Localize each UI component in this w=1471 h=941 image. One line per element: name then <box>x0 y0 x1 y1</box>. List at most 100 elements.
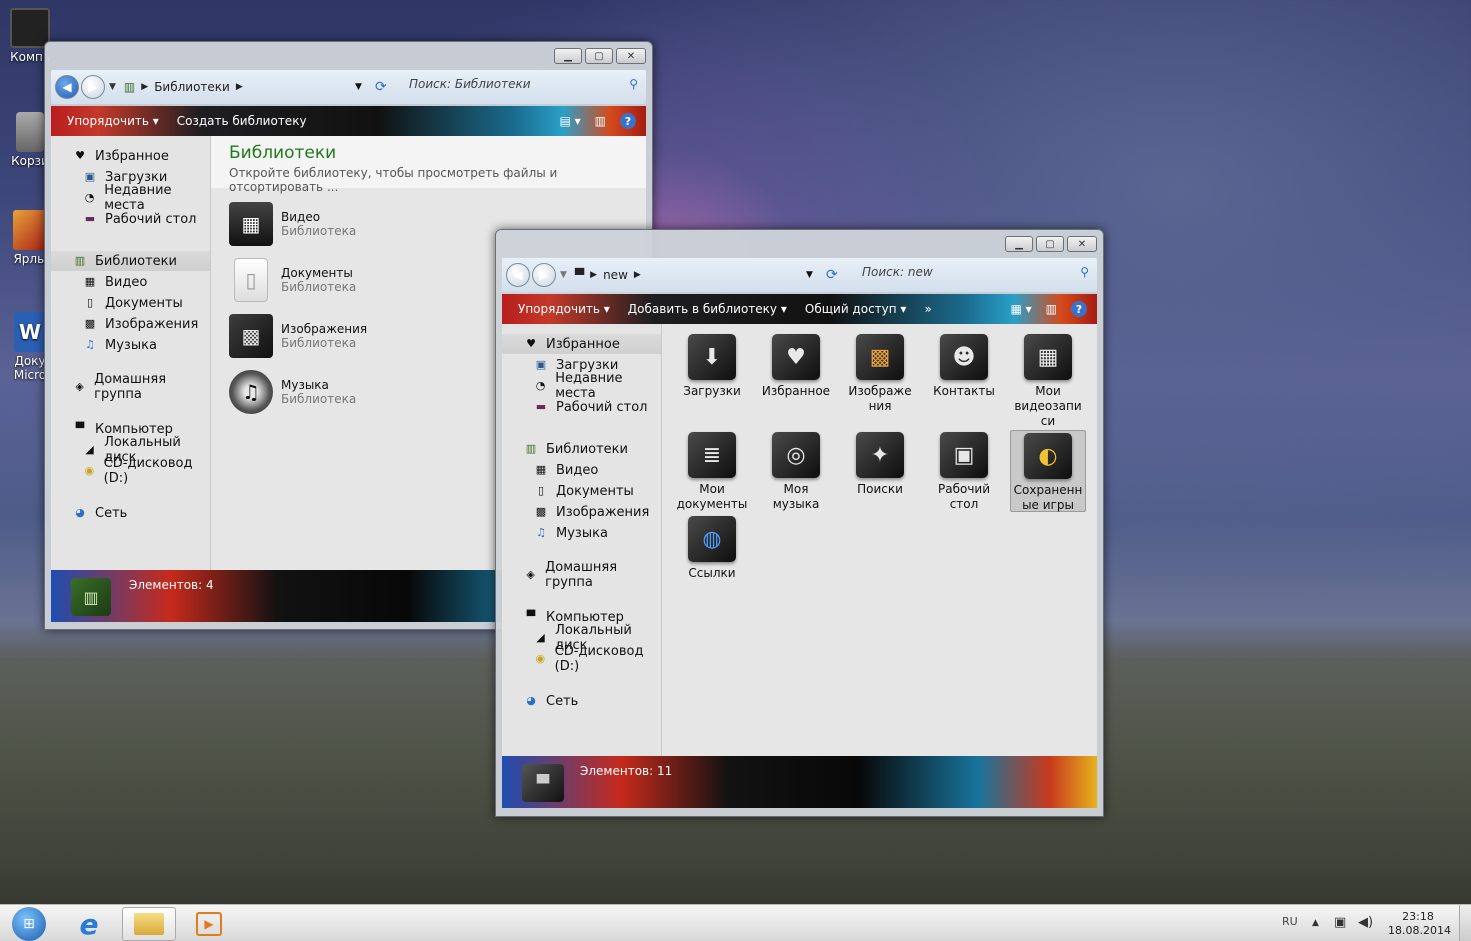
nav-libraries[interactable]: ▥ Библиотеки <box>51 251 210 271</box>
nav-libraries[interactable]: ▥ Библиотеки <box>502 439 661 459</box>
minimize-button[interactable]: ▁ <box>554 48 582 64</box>
documents-folder-icon: ≣ <box>688 432 736 478</box>
folder-item-label: Мои <box>699 482 725 496</box>
nav-desktop[interactable]: ▬ Рабочий стол <box>502 397 661 417</box>
folder-item[interactable]: ◍ Ссылки <box>674 514 750 581</box>
nav-documents[interactable]: ▯ Документы <box>502 481 661 501</box>
nav-homegroup[interactable]: ◈ Домашняя группа <box>502 560 661 590</box>
address-dropdown-icon[interactable]: ▼ <box>806 270 813 280</box>
nav-recent-places[interactable]: ◔ Недавние места <box>51 183 210 213</box>
video-icon: ▦ <box>84 275 96 288</box>
network-tray-icon[interactable]: ▣ <box>1334 915 1346 930</box>
taskbar-explorer[interactable] <box>122 907 176 941</box>
help-icon[interactable]: ? <box>620 113 636 129</box>
search-box[interactable]: Поиск: Библиотеки ⚲ <box>409 77 638 91</box>
disk-icon: ◢ <box>536 631 545 644</box>
nav-documents[interactable]: ▯ Документы <box>51 293 210 313</box>
library-music[interactable]: ♫ Музыка Библиотека <box>229 370 356 414</box>
folder-item[interactable]: ✦ Поиски <box>842 430 918 497</box>
address-dropdown-icon[interactable]: ▼ <box>355 82 362 92</box>
nav-network[interactable]: ◕ Сеть <box>51 503 210 523</box>
chevron-right-icon[interactable]: ▶ <box>141 82 148 92</box>
clock[interactable]: 23:18 18.08.2014 <box>1388 910 1451 938</box>
nav-cd-drive[interactable]: ◉ CD-дисковод (D:) <box>502 644 661 674</box>
refresh-icon[interactable]: ⟳ <box>375 79 387 95</box>
view-options-icon[interactable]: ▤ ▾ <box>559 114 580 128</box>
preview-pane-icon[interactable]: ▥ <box>595 114 606 128</box>
title-bar[interactable]: ▁ ▢ ✕ <box>496 230 1103 256</box>
breadcrumb-libraries[interactable]: Библиотеки <box>154 80 230 94</box>
media-player-icon: ▶ <box>196 912 222 936</box>
nav-video[interactable]: ▦ Видео <box>51 272 210 292</box>
preview-pane-icon[interactable]: ▥ <box>1046 302 1057 316</box>
taskbar-internet-explorer[interactable]: e <box>64 907 114 941</box>
maximize-button[interactable]: ▢ <box>585 48 613 64</box>
library-images[interactable]: ▩ Изображения Библиотека <box>229 314 367 358</box>
search-icon[interactable]: ⚲ <box>1080 265 1089 279</box>
refresh-icon[interactable]: ⟳ <box>826 267 838 283</box>
chevron-right-icon[interactable]: ▶ <box>236 82 243 92</box>
breadcrumb-new[interactable]: new <box>603 268 628 282</box>
folder-item[interactable]: ◎ Моя музыка <box>758 430 834 512</box>
minimize-button[interactable]: ▁ <box>1005 236 1033 252</box>
libraries-icon: ▥ <box>74 254 86 267</box>
folder-item[interactable]: ▩ Изображе ния <box>842 332 918 414</box>
view-options-icon[interactable]: ▦ ▾ <box>1010 302 1031 316</box>
maximize-button[interactable]: ▢ <box>1036 236 1064 252</box>
chevron-right-icon[interactable]: ▶ <box>590 270 597 280</box>
nav-images[interactable]: ▩ Изображения <box>502 502 661 522</box>
search-box[interactable]: Поиск: new ⚲ <box>862 265 1089 279</box>
close-button[interactable]: ✕ <box>1067 236 1097 252</box>
computer-icon: ▀ <box>526 610 536 623</box>
nav-music[interactable]: ♫ Музыка <box>502 523 661 543</box>
help-icon[interactable]: ? <box>1071 301 1087 317</box>
folder-item[interactable]: ♥ Избранное <box>758 332 834 399</box>
new-library-button[interactable]: Создать библиотеку <box>177 114 307 128</box>
more-commands-button[interactable]: » <box>924 302 931 316</box>
folder-item[interactable]: ≣ Мои документы <box>674 430 750 512</box>
folder-item[interactable]: ⬇ Загрузки <box>674 332 750 399</box>
nav-music[interactable]: ♫ Музыка <box>51 335 210 355</box>
folder-item[interactable]: ▦ Мои видеозапи си <box>1010 332 1086 429</box>
history-dropdown-icon[interactable]: ▼ <box>560 270 567 280</box>
library-documents[interactable]: ▯ Документы Библиотека <box>229 258 356 302</box>
folder-item-label: стол <box>949 497 979 511</box>
shortcut-icon <box>13 210 47 250</box>
folder-item[interactable]: ▣ Рабочий стол <box>926 430 1002 512</box>
images-icon: ▩ <box>84 317 96 330</box>
nav-cd-drive[interactable]: ◉ CD-дисковод (D:) <box>51 456 210 486</box>
show-desktop-button[interactable] <box>1459 905 1471 941</box>
nav-homegroup[interactable]: ◈ Домашняя группа <box>51 372 210 402</box>
page-subtitle: Откройте библиотеку, чтобы просмотреть ф… <box>229 166 558 194</box>
nav-video[interactable]: ▦ Видео <box>502 460 661 480</box>
title-bar[interactable]: ▁ ▢ ✕ <box>45 42 652 68</box>
nav-desktop[interactable]: ▬ Рабочий стол <box>51 209 210 229</box>
folder-item[interactable]: ◐ Сохраненн ые игры <box>1010 430 1086 512</box>
nav-network[interactable]: ◕ Сеть <box>502 691 661 711</box>
close-button[interactable]: ✕ <box>616 48 646 64</box>
back-button[interactable]: ◀ <box>506 263 530 287</box>
history-dropdown-icon[interactable]: ▼ <box>109 82 116 92</box>
organize-menu[interactable]: Упорядочить ▾ <box>67 114 159 128</box>
folder-item-label: ые игры <box>1022 498 1074 512</box>
folder-item[interactable]: ☻ Контакты <box>926 332 1002 399</box>
folder-item-label: Поиски <box>857 482 903 496</box>
show-hidden-icons-icon[interactable]: ▲ <box>1312 918 1319 928</box>
taskbar-media-player[interactable]: ▶ <box>184 907 234 941</box>
share-with-menu[interactable]: Общий доступ ▾ <box>805 302 907 316</box>
forward-button[interactable]: ▶ <box>81 75 105 99</box>
add-to-library-menu[interactable]: Добавить в библиотеку ▾ <box>628 302 787 316</box>
forward-button[interactable]: ▶ <box>532 263 556 287</box>
volume-icon[interactable]: ◀) <box>1358 915 1373 930</box>
chevron-right-icon[interactable]: ▶ <box>634 270 641 280</box>
library-video[interactable]: ▦ Видео Библиотека <box>229 202 356 246</box>
start-button[interactable]: ⊞ <box>4 907 54 941</box>
search-icon[interactable]: ⚲ <box>629 77 638 91</box>
nav-favorites[interactable]: ♥ Избранное <box>502 334 661 354</box>
nav-recent-places[interactable]: ◔ Недавние места <box>502 371 661 401</box>
back-button[interactable]: ◀ <box>55 75 79 99</box>
organize-menu[interactable]: Упорядочить ▾ <box>518 302 610 316</box>
nav-images[interactable]: ▩ Изображения <box>51 314 210 334</box>
language-indicator[interactable]: RU <box>1282 915 1298 928</box>
nav-favorites[interactable]: ♥ Избранное <box>51 146 210 166</box>
